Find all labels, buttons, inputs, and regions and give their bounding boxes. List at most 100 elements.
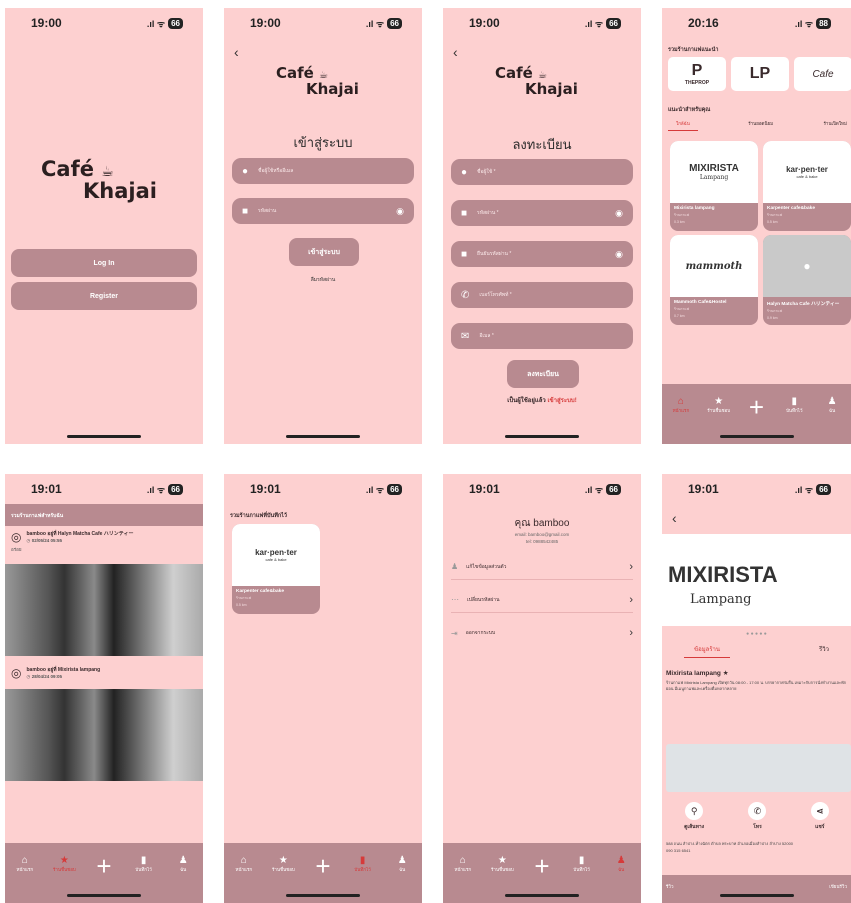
cafe-description: ร้านกาแฟ Mixirista Lampang เปิดทุกวัน 08…	[666, 680, 847, 691]
tab-near-me[interactable]: ใกล้ฉัน	[668, 120, 698, 131]
forgot-password-link[interactable]: ลืมรหัสผ่าน	[224, 276, 422, 284]
app-logo: Café ☕ Khajai	[495, 64, 578, 98]
screen-login: 19:00 .ıl ᯤ 66 ‹ Café ☕ Khajai เข้าสู่ระบบ …	[224, 8, 422, 444]
back-icon[interactable]: ‹	[234, 44, 239, 60]
cafe-logo: mammoth	[670, 235, 758, 297]
username-field[interactable]: ● ชื่อผู้ใช้หรืออีเมล	[232, 158, 414, 184]
back-icon[interactable]: ‹	[672, 510, 677, 526]
key-icon: ⋯	[451, 595, 459, 604]
login-submit-button[interactable]: เข้าสู่ระบบ	[289, 238, 359, 266]
back-icon[interactable]: ‹	[453, 44, 458, 60]
phone-icon: ✆	[461, 289, 470, 301]
app-logo: Café ☕ Khajai	[41, 157, 157, 204]
battery-icon: 66	[168, 483, 183, 495]
screen-home: 20:16 .ıl ᯤ 88 รวมร้านกาแฟแนะนำ P THEPROP L…	[662, 8, 851, 444]
star-icon[interactable]: ★	[723, 670, 729, 677]
eye-icon[interactable]: ◉	[396, 206, 404, 217]
filter-tabs: ใกล้ฉัน ร้านยอดนิยม ร้านเปิดใหม่	[668, 120, 847, 131]
screen-feed: 19:01 .ıl ᯤ 66 รวมร้านกาแฟสำหรับฉัน ◎ bambo…	[5, 474, 203, 903]
brand-card[interactable]: LP	[731, 57, 789, 91]
cafe-card[interactable]: ● Halyn Matcha Cafe ハリンティー ร้านกาแฟ 0.9 km	[763, 235, 851, 325]
screen-profile: 19:01 .ıl ᯤ 66 คุณ bamboo email: bamboo@gm…	[443, 474, 641, 903]
battery-icon: 66	[606, 483, 621, 495]
person-icon: ♟	[397, 855, 407, 866]
status-time: 19:00	[31, 16, 62, 30]
login-link[interactable]: เข้าสู่ระบบ!	[547, 398, 576, 404]
phone-number: 090 315 6541	[666, 848, 691, 853]
person-icon: ♟	[178, 855, 188, 866]
plus-icon: +	[315, 851, 331, 881]
for-you-heading: แนะนำสำหรับคุณ	[668, 107, 711, 113]
chevron-right-icon: ›	[629, 560, 633, 573]
person-icon: ♟	[827, 396, 837, 407]
home-icon: ⌂	[677, 396, 684, 407]
email-field[interactable]: ✉ อีเมล *	[451, 323, 633, 349]
menu-change-password[interactable]: ⋯ เปลี่ยนรหัสผ่าน ›	[451, 587, 633, 613]
phone-field[interactable]: ✆ เบอร์โทรศัพท์ *	[451, 282, 633, 308]
user-icon: ●	[242, 165, 249, 177]
tab-info[interactable]: ข้อมูลร้าน	[684, 644, 731, 658]
post[interactable]: ◎ bamboo อยู่ที่ Halyn Matcha Cafe ハリンティー…	[5, 530, 203, 553]
call-button[interactable]: ✆ โทร	[748, 802, 767, 831]
menu-edit-profile[interactable]: ♟ แก้ไขข้อมูลส่วนตัว ›	[451, 554, 633, 580]
profile-tel: tel: 0988542485	[525, 539, 559, 544]
tab-home[interactable]: ⌂ หน้าแรก	[666, 396, 696, 444]
star-icon: ★	[278, 855, 288, 866]
directions-button[interactable]: ⚲ ดูเส้นทาง	[684, 802, 704, 831]
confirm-password-field[interactable]: ■ ยืนยันรหัสผ่าน * ◉	[451, 241, 633, 267]
eye-icon[interactable]: ◉	[615, 208, 623, 219]
plus-icon: +	[748, 392, 765, 422]
home-icon: ⌂	[459, 855, 466, 866]
detail-footer: รีวิว เขียนรีวิว	[662, 875, 851, 903]
tab-profile[interactable]: ♟ ฉัน	[606, 855, 636, 903]
write-review-button[interactable]: เขียนรีวิว	[829, 883, 847, 895]
password-field[interactable]: ■ รหัสผ่าน * ◉	[451, 200, 633, 226]
plus-icon: +	[534, 851, 550, 881]
avatar-icon: ◎	[11, 666, 22, 680]
menu-logout[interactable]: ⇥ ออกจากระบบ ›	[451, 620, 633, 646]
action-row: ⚲ ดูเส้นทาง ✆ โทร ⋖ แชร์	[662, 802, 851, 831]
post[interactable]: ◎ bamboo อยู่ที่ Mixirista lampang ◷ 28/04…	[5, 666, 203, 680]
battery-icon: 88	[816, 17, 831, 29]
screen-splash: 19:00 .ıl ᯤ 66 Café ☕ Khajai Log In Registe…	[5, 8, 203, 444]
tab-review[interactable]: รีวิว	[819, 644, 829, 654]
star-icon: ★	[497, 855, 507, 866]
address: 588 ถนน ลำปาง-ห้างฉัตร ตำบล พระบาท อำเภอ…	[666, 841, 794, 846]
cafe-card[interactable]: kar·pen·ter cafe & bake Karpenter cafe&ba…	[232, 524, 320, 614]
star-icon: ★	[59, 855, 69, 866]
cafe-card[interactable]: kar·pen·ter cafe & bake Karpenter cafe&ba…	[763, 141, 851, 231]
tab-home[interactable]: ⌂ หน้าแรก	[448, 855, 478, 903]
tab-profile[interactable]: ♟ ฉัน	[817, 396, 847, 444]
leaf-icon: ☕	[101, 164, 114, 180]
phone-icon: ✆	[748, 802, 767, 820]
feed-header: รวมร้านกาแฟสำหรับฉัน	[5, 504, 203, 526]
lock-icon: ■	[461, 207, 468, 219]
tab-popular[interactable]: ร้านยอดนิยม	[748, 120, 773, 131]
battery-icon: 66	[606, 17, 621, 29]
share-button[interactable]: ⋖ แชร์	[810, 802, 829, 831]
register-submit-button[interactable]: ลงทะเบียน	[507, 360, 579, 388]
register-button[interactable]: Register	[11, 282, 197, 310]
cafe-card[interactable]: MIXIRISTA Lampang Mixirista lampang ร้านกา…	[670, 141, 758, 231]
eye-icon[interactable]: ◉	[615, 249, 623, 260]
tab-new[interactable]: ร้านเปิดใหม่	[824, 120, 847, 131]
cafe-name: Mixirista lampang ★	[666, 670, 729, 677]
tab-home[interactable]: ⌂ หน้าแรก	[229, 855, 259, 903]
password-field[interactable]: ■ รหัสผ่าน ◉	[232, 198, 414, 224]
map[interactable]	[666, 744, 851, 792]
home-indicator	[67, 435, 141, 438]
saved-heading: รวมร้านกาแฟที่บันทึกไว้	[230, 513, 288, 519]
tab-home[interactable]: ⌂ หน้าแรก	[10, 855, 40, 903]
avatar-icon: ◎	[11, 530, 22, 544]
username-field[interactable]: ● ชื่อผู้ใช้ *	[451, 159, 633, 185]
user-icon: ♟	[451, 562, 459, 571]
lock-icon: ■	[242, 205, 249, 217]
tab-profile[interactable]: ♟ ฉัน	[168, 855, 198, 903]
screen-cafe-detail: 19:01 .ıl ᯤ 66 ‹ MIXIRISTA Lampang ● ● ● ●…	[662, 474, 851, 903]
screen-register: 19:00 .ıl ᯤ 66 ‹ Café ☕ Khajai ลงทะเบียน ● ช…	[443, 8, 641, 444]
brand-card[interactable]: Cafe	[794, 57, 851, 91]
cafe-card[interactable]: mammoth Mammoth Cafe&Hostel ร้านกาแฟ 0.7 k…	[670, 235, 758, 325]
tab-profile[interactable]: ♟ ฉัน	[387, 855, 417, 903]
login-button[interactable]: Log In	[11, 249, 197, 277]
brand-card[interactable]: P THEPROP	[668, 57, 726, 91]
